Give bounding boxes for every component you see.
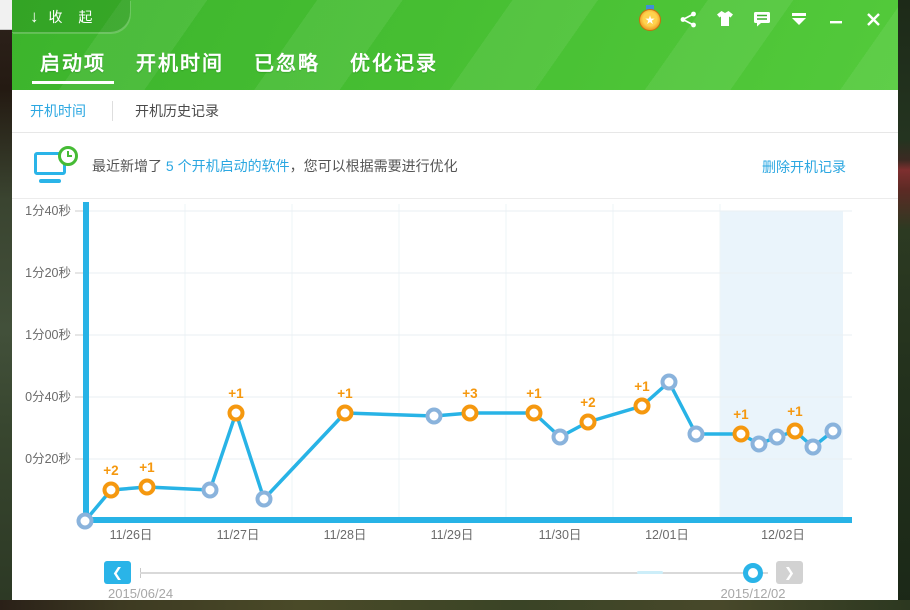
chart-point-blue[interactable] bbox=[768, 428, 786, 446]
menu-icon[interactable] bbox=[788, 7, 810, 31]
y-tick-label: 0分40秒 bbox=[25, 390, 71, 404]
skin-icon[interactable] bbox=[714, 7, 736, 31]
chart-point-orange[interactable] bbox=[633, 397, 651, 415]
chart-point-blue[interactable] bbox=[201, 481, 219, 499]
desktop-background-bottom bbox=[0, 600, 910, 610]
desktop-background-right bbox=[898, 0, 910, 610]
share-icon[interactable] bbox=[677, 7, 699, 31]
slider-track[interactable] bbox=[140, 572, 768, 574]
chart-point-blue[interactable] bbox=[687, 425, 705, 443]
slider-end-date: 2015/12/02 bbox=[720, 586, 786, 601]
x-tick-label: 11/28日 bbox=[324, 528, 367, 542]
chart-point-blue[interactable] bbox=[804, 438, 822, 456]
chart-point-blue[interactable] bbox=[750, 435, 768, 453]
tab-optimize-log[interactable]: 优化记录 bbox=[350, 47, 438, 84]
chart-point-orange[interactable] bbox=[525, 404, 543, 422]
desktop-background-left bbox=[0, 0, 12, 610]
chart-point-orange[interactable] bbox=[102, 481, 120, 499]
y-axis bbox=[83, 202, 89, 523]
new-software-count-label: +2 bbox=[580, 395, 595, 410]
slider-next-button[interactable]: ❯ bbox=[776, 561, 803, 584]
x-tick-label: 12/01日 bbox=[645, 528, 689, 542]
subnav-divider bbox=[112, 101, 113, 121]
new-software-count-label: +1 bbox=[337, 386, 353, 401]
y-tick-label: 0分20秒 bbox=[25, 452, 71, 466]
new-software-count-label: +1 bbox=[228, 386, 244, 401]
main-tabs: 启动项 开机时间 已忽略 优化记录 bbox=[32, 47, 438, 84]
feedback-icon[interactable] bbox=[751, 7, 773, 31]
chart-point-orange[interactable] bbox=[732, 425, 750, 443]
subnav-boot-time[interactable]: 开机时间 bbox=[30, 101, 86, 121]
chart-point-blue[interactable] bbox=[660, 373, 678, 391]
subnav: 开机时间 开机历史记录 bbox=[12, 90, 898, 133]
slider-prev-button[interactable]: ❮ bbox=[104, 561, 131, 584]
boot-time-chart: 1分40秒 1分20秒 1分00秒 0分40秒 0分20秒 11/26日 11/27日 11/… bbox=[12, 199, 898, 554]
chart-point-blue[interactable] bbox=[255, 490, 273, 508]
delete-boot-records-link[interactable]: 删除开机记录 bbox=[762, 157, 846, 177]
notice-text: 最近新增了 5 个开机启动的软件，您可以根据需要进行优化 bbox=[92, 157, 458, 174]
tab-startup-items[interactable]: 启动项 bbox=[32, 47, 114, 84]
x-axis bbox=[83, 517, 852, 523]
chart-point-orange[interactable] bbox=[227, 404, 245, 422]
x-tick-label: 11/30日 bbox=[539, 528, 582, 542]
x-tick-label: 12/02日 bbox=[761, 528, 805, 542]
boot-clock-icon bbox=[34, 145, 78, 186]
chart-point-orange[interactable] bbox=[461, 404, 479, 422]
new-software-count-label: +2 bbox=[103, 463, 118, 478]
chart-point-blue[interactable] bbox=[425, 407, 443, 425]
minimize-icon[interactable] bbox=[825, 7, 847, 31]
y-tick-label: 1分40秒 bbox=[25, 204, 71, 218]
chart-point-orange[interactable] bbox=[786, 422, 804, 440]
subnav-boot-history[interactable]: 开机历史记录 bbox=[135, 101, 219, 121]
tab-boot-time[interactable]: 开机时间 bbox=[136, 47, 224, 84]
arrow-down-icon: ↓ bbox=[30, 7, 39, 26]
chart-point-blue[interactable] bbox=[76, 512, 94, 530]
new-software-count-label: +1 bbox=[733, 407, 749, 422]
chart-highlight-region bbox=[720, 211, 843, 517]
x-tick-label: 11/26日 bbox=[110, 528, 153, 542]
titlebar: ↓ 收 起 ★ 启动项 开机时间 已忽略 优化记录 bbox=[12, 0, 898, 90]
chart-point-blue[interactable] bbox=[824, 422, 842, 440]
chart-point-orange[interactable] bbox=[579, 413, 597, 431]
collapse-button[interactable]: ↓ 收 起 bbox=[12, 0, 130, 33]
titlebar-icons: ★ bbox=[638, 5, 884, 33]
slider-start-date: 2015/06/24 bbox=[108, 586, 174, 601]
notice-highlight: 5 个开机启动的软件 bbox=[165, 157, 290, 174]
new-software-count-label: +1 bbox=[139, 460, 155, 475]
background-window-edge bbox=[0, 0, 12, 30]
y-tick-label: 1分00秒 bbox=[25, 328, 71, 342]
x-tick-label: 11/27日 bbox=[217, 528, 260, 542]
chart-point-orange[interactable] bbox=[138, 478, 156, 496]
new-software-count-label: +1 bbox=[787, 404, 803, 419]
x-tick-label: 11/29日 bbox=[431, 528, 474, 542]
slider-range-ghost bbox=[637, 571, 663, 574]
collapse-label: 收 起 bbox=[48, 8, 99, 25]
date-range-slider: ❮ ❯ 2015/06/24 2015/12/02 bbox=[12, 554, 898, 601]
medal-icon[interactable]: ★ bbox=[638, 5, 662, 33]
new-software-count-label: +1 bbox=[634, 379, 650, 394]
close-icon[interactable] bbox=[862, 7, 884, 31]
tab-ignored[interactable]: 已忽略 bbox=[254, 47, 320, 84]
new-software-count-label: +3 bbox=[462, 386, 478, 401]
notice-row: 最近新增了 5 个开机启动的软件，您可以根据需要进行优化 删除开机记录 bbox=[12, 133, 898, 199]
y-tick-label: 1分20秒 bbox=[25, 266, 71, 280]
slider-handle[interactable] bbox=[743, 563, 763, 583]
app-window: ↓ 收 起 ★ 启动项 开机时间 已忽略 优化记录 开机时间 开机历史记录 最近… bbox=[12, 0, 898, 601]
new-software-count-label: +1 bbox=[526, 386, 542, 401]
chart-point-blue[interactable] bbox=[551, 428, 569, 446]
chart-point-orange[interactable] bbox=[336, 404, 354, 422]
